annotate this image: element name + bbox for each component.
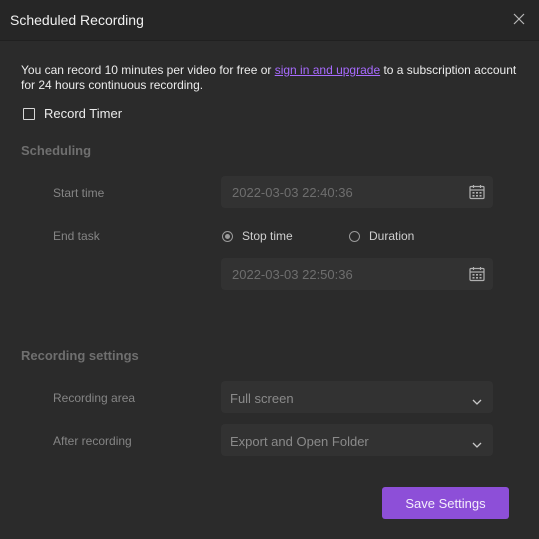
save-settings-button[interactable]: Save Settings [382, 487, 509, 519]
upgrade-notice: You can record 10 minutes per video for … [21, 63, 526, 93]
after-recording-label: After recording [53, 434, 132, 448]
start-time-label: Start time [53, 186, 105, 200]
scheduling-section-title: Scheduling [21, 143, 92, 158]
recording-area-select[interactable]: Full screen [221, 381, 493, 413]
recording-area-label: Recording area [53, 391, 136, 405]
stop-time-radio[interactable] [222, 230, 233, 242]
end-task-label: End task [53, 229, 100, 243]
sign-in-upgrade-link[interactable]: sign in and upgrade [275, 63, 380, 77]
end-time-value: 2022-03-03 22:50:36 [232, 267, 353, 282]
notice-text-before: You can record 10 minutes per video for … [21, 63, 275, 77]
window-title: Scheduled Recording [10, 12, 144, 28]
duration-radio[interactable] [349, 230, 360, 242]
calendar-icon[interactable] [468, 265, 486, 283]
duration-radio-option[interactable]: Duration [349, 228, 414, 244]
chevron-down-icon [472, 436, 482, 448]
recording-area-value: Full screen [230, 391, 294, 406]
record-timer-label: Record Timer [44, 106, 123, 121]
close-icon[interactable] [511, 11, 527, 27]
start-time-input[interactable]: 2022-03-03 22:40:36 [221, 176, 493, 208]
record-timer-toggle[interactable]: Record Timer [23, 105, 122, 122]
stop-time-radio-option[interactable]: Stop time [222, 228, 293, 244]
after-recording-select[interactable]: Export and Open Folder [221, 424, 493, 456]
duration-label: Duration [369, 229, 415, 243]
record-timer-checkbox[interactable] [23, 107, 35, 120]
stop-time-label: Stop time [242, 229, 293, 243]
title-bar: Scheduled Recording [0, 0, 539, 41]
calendar-icon[interactable] [468, 183, 486, 201]
end-time-input[interactable]: 2022-03-03 22:50:36 [221, 258, 493, 290]
start-time-value: 2022-03-03 22:40:36 [232, 185, 353, 200]
chevron-down-icon [472, 393, 482, 405]
recording-settings-section-title: Recording settings [21, 348, 139, 363]
after-recording-value: Export and Open Folder [230, 434, 369, 449]
